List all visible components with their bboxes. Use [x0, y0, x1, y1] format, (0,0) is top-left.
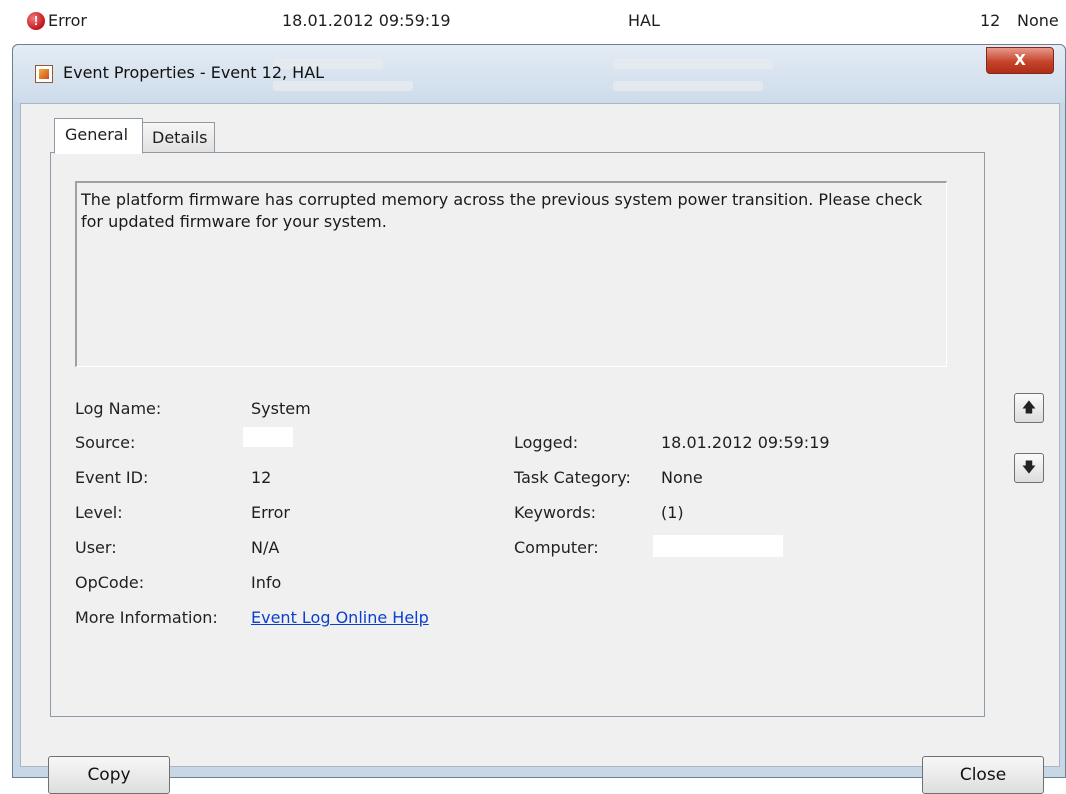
- opcode-value[interactable]: Info: [251, 573, 281, 592]
- arrow-down-icon: 🡇: [1021, 460, 1037, 476]
- background-row-ghost: [613, 59, 773, 69]
- dialog-client-area: General Details The platform firmware ha…: [20, 103, 1060, 794]
- error-icon: !: [27, 12, 45, 30]
- computer-value-redacted: [653, 535, 783, 557]
- event-list-row[interactable]: ! Error 18.01.2012 09:59:19 HAL 12 None: [0, 0, 1066, 44]
- close-button[interactable]: Close: [922, 756, 1044, 794]
- event-source: HAL: [628, 11, 660, 30]
- opcode-label: OpCode:: [75, 573, 145, 592]
- event-id: 12: [980, 11, 1001, 30]
- keywords-value[interactable]: (1): [661, 503, 684, 522]
- tab-general[interactable]: General: [54, 118, 143, 154]
- source-value-redacted: [243, 427, 293, 447]
- previous-event-button[interactable]: 🡅: [1014, 393, 1044, 423]
- user-value[interactable]: N/A: [251, 538, 279, 557]
- event-id-label: Event ID:: [75, 468, 149, 487]
- general-tab-panel: The platform firmware has corrupted memo…: [50, 152, 985, 717]
- event-date-time: 18.01.2012 09:59:19: [282, 11, 451, 30]
- tab-details[interactable]: Details: [141, 122, 215, 152]
- event-properties-window: Event Properties - Event 12, HAL X Gener…: [12, 44, 1066, 794]
- event-task-category: None: [1017, 11, 1059, 30]
- source-label: Source:: [75, 433, 136, 452]
- close-icon: X: [1014, 51, 1026, 69]
- log-name-value[interactable]: System: [251, 399, 311, 418]
- logged-label: Logged:: [514, 433, 579, 452]
- keywords-label: Keywords:: [514, 503, 597, 522]
- next-event-button[interactable]: 🡇: [1014, 453, 1044, 483]
- window-close-button[interactable]: X: [986, 47, 1054, 74]
- background-row-ghost: [273, 81, 413, 91]
- event-viewer-icon: [35, 65, 53, 83]
- arrow-up-icon: 🡅: [1021, 400, 1037, 416]
- event-description[interactable]: The platform firmware has corrupted memo…: [75, 181, 947, 367]
- computer-label: Computer:: [514, 538, 599, 557]
- log-name-label: Log Name:: [75, 399, 162, 418]
- task-category-label: Task Category:: [514, 468, 631, 487]
- copy-button[interactable]: Copy: [48, 756, 170, 794]
- background-row-ghost: [613, 81, 763, 91]
- event-level: Error: [48, 11, 87, 30]
- title-bar[interactable]: Event Properties - Event 12, HAL X: [13, 45, 1065, 103]
- task-category-value[interactable]: None: [661, 468, 703, 487]
- level-value[interactable]: Error: [251, 503, 290, 522]
- event-log-online-help-link[interactable]: Event Log Online Help: [251, 608, 429, 627]
- window-title: Event Properties - Event 12, HAL: [63, 63, 325, 82]
- user-label: User:: [75, 538, 117, 557]
- logged-value[interactable]: 18.01.2012 09:59:19: [661, 433, 830, 452]
- event-id-value[interactable]: 12: [251, 468, 271, 487]
- more-information-label: More Information:: [75, 608, 218, 627]
- level-label: Level:: [75, 503, 123, 522]
